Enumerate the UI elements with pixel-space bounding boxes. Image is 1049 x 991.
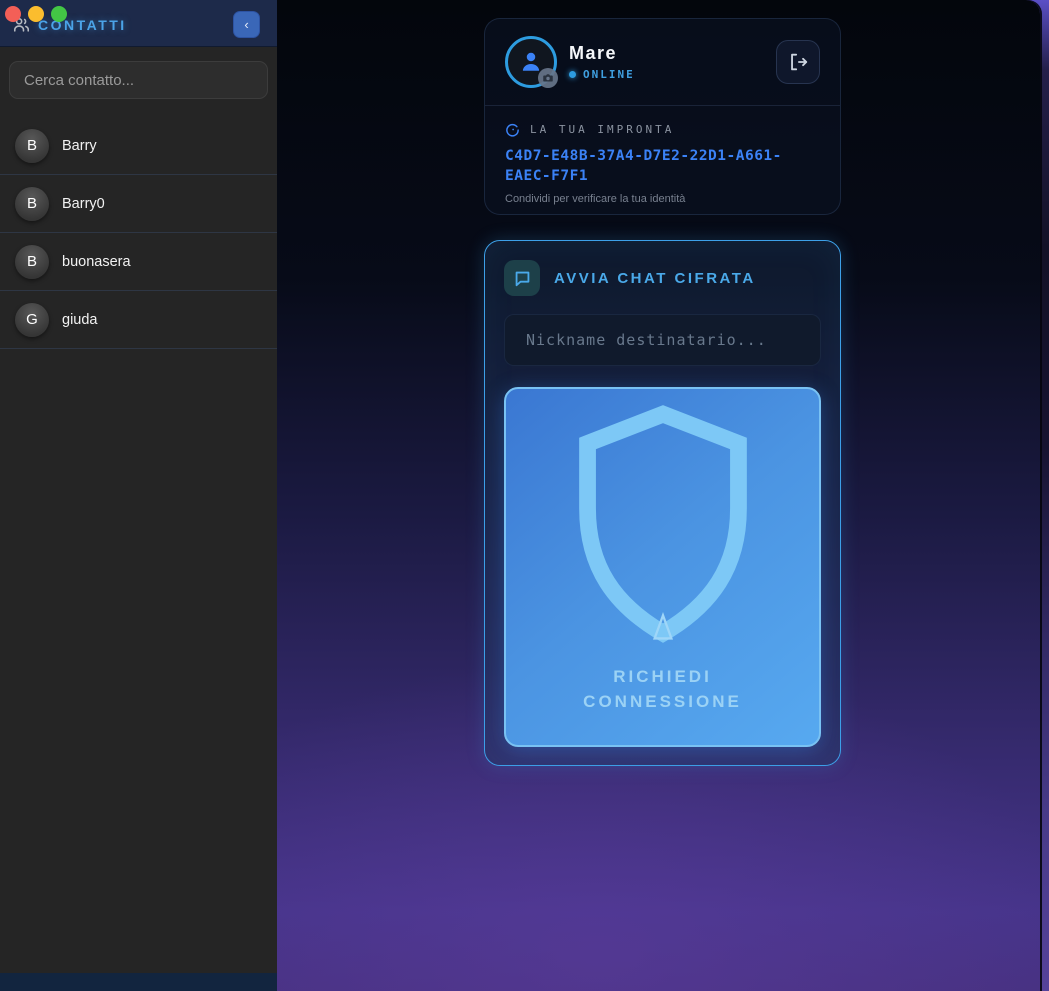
contacts-sidebar: CONTATTI ‹ B Barry B Barry0 B buonasera (0, 0, 277, 991)
logout-icon (787, 51, 809, 73)
contact-list-item[interactable]: B Barry0 (0, 175, 277, 233)
recipient-nickname-input[interactable] (504, 314, 821, 366)
contact-avatar: B (15, 245, 49, 279)
request-connection-button[interactable]: RICHIEDI CONNESSIONE (504, 387, 821, 747)
main-area: Mare ONLINE (277, 0, 1040, 991)
contact-avatar: G (15, 303, 49, 337)
online-status-dot (569, 71, 576, 78)
minimize-window-button[interactable] (28, 6, 44, 22)
fingerprint-hint: Condividi per verificare la tua identità (505, 193, 820, 205)
fingerprint-icon (505, 122, 520, 137)
logout-button[interactable] (776, 40, 820, 84)
fingerprint-value: C4D7-E48B-37A4-D7E2-22D1-A661-EAEC-F7F1 (505, 146, 820, 186)
contact-list: B Barry B Barry0 B buonasera G giuda (0, 117, 277, 973)
contact-name: buonasera (62, 254, 131, 270)
window-controls (5, 6, 67, 22)
contact-list-item[interactable]: B Barry (0, 117, 277, 175)
contact-name: Barry0 (62, 196, 105, 212)
user-avatar (505, 36, 557, 88)
online-status-label: ONLINE (583, 68, 635, 81)
search-section (0, 47, 277, 117)
close-window-button[interactable] (5, 6, 21, 22)
search-input[interactable] (9, 61, 268, 99)
start-chat-card: AVVIA CHAT CIFRATA RICHIEDI CONNESSIONE (484, 240, 841, 766)
contact-list-item[interactable]: G giuda (0, 291, 277, 349)
contact-name: Barry (62, 138, 97, 154)
contact-list-item[interactable]: B buonasera (0, 233, 277, 291)
chat-icon-box (504, 260, 540, 296)
collapse-sidebar-button[interactable]: ‹ (233, 11, 260, 38)
app-window: CONTATTI ‹ B Barry B Barry0 B buonasera (0, 0, 1040, 991)
contact-name: giuda (62, 312, 97, 328)
chat-bubble-icon (513, 269, 532, 288)
sidebar-header: CONTATTI ‹ (0, 0, 277, 47)
shield-icon (553, 389, 773, 651)
chevron-left-icon: ‹ (244, 17, 248, 32)
profile-card: Mare ONLINE (484, 18, 841, 215)
fingerprint-label: LA TUA IMPRONTA (530, 123, 674, 136)
start-chat-title: AVVIA CHAT CIFRATA (554, 270, 756, 287)
camera-icon (542, 72, 554, 84)
maximize-window-button[interactable] (51, 6, 67, 22)
username: Mare (569, 43, 776, 64)
change-avatar-button[interactable] (538, 68, 558, 88)
contact-avatar: B (15, 129, 49, 163)
request-connection-label: RICHIEDI CONNESSIONE (548, 665, 778, 714)
sidebar-footer-bar (0, 973, 277, 991)
contact-avatar: B (15, 187, 49, 221)
